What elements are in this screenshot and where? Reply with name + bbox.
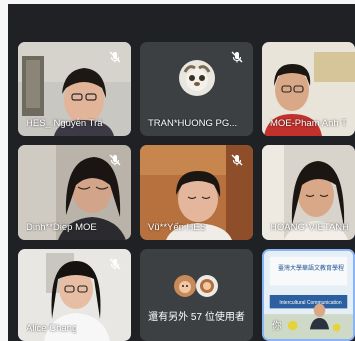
participant-tile[interactable]: MOE-Pham Anh T [262,42,355,136]
mic-off-icon [230,153,244,167]
avatar [178,59,215,96]
participant-name: TRAN*HUONG PG... [148,118,238,129]
others-tile[interactable]: 還有另外 57 位使用者 [140,249,253,341]
meeting-grid: HES_ Nguyễn Trâ TRAN*HUONG PG... MOE-Pha… [8,4,355,341]
participant-tile[interactable]: Vũ**Yến HES [140,145,253,240]
participant-name: Alice Chang [26,323,78,334]
participant-tile[interactable]: Dinh**Diep MOE [18,145,131,240]
screen-share-title: 臺灣大學華語文教育學程 [277,266,344,272]
participant-tile[interactable]: TRAN*HUONG PG... [140,42,253,136]
mic-off-icon [108,50,122,64]
screen-share-subtitle: Intercultural Communication [279,300,342,306]
self-tile[interactable]: 臺灣大學華語文教育學程 Intercultural Communication … [262,249,355,341]
participant-name: Vũ**Yến HES [148,222,207,233]
mic-off-icon [108,257,122,271]
participant-name: MOE-Pham Anh T [270,118,347,129]
participant-name: 你 [272,321,282,332]
participant-tile[interactable]: Alice Chang [18,249,131,341]
participant-name: Dinh**Diep MOE [26,222,97,233]
avatar [174,275,196,297]
others-count-label: 還有另外 57 位使用者 [148,312,245,323]
avatar [196,275,218,297]
mic-off-icon [108,153,122,167]
participant-name: HES_ Nguyễn Trâ [26,118,103,129]
participant-tile[interactable]: HES_ Nguyễn Trâ [18,42,131,136]
participant-tile[interactable]: HOANG*VIETANH [262,145,355,240]
participant-name: HOANG*VIETANH [270,222,350,233]
mic-off-icon [230,50,244,64]
